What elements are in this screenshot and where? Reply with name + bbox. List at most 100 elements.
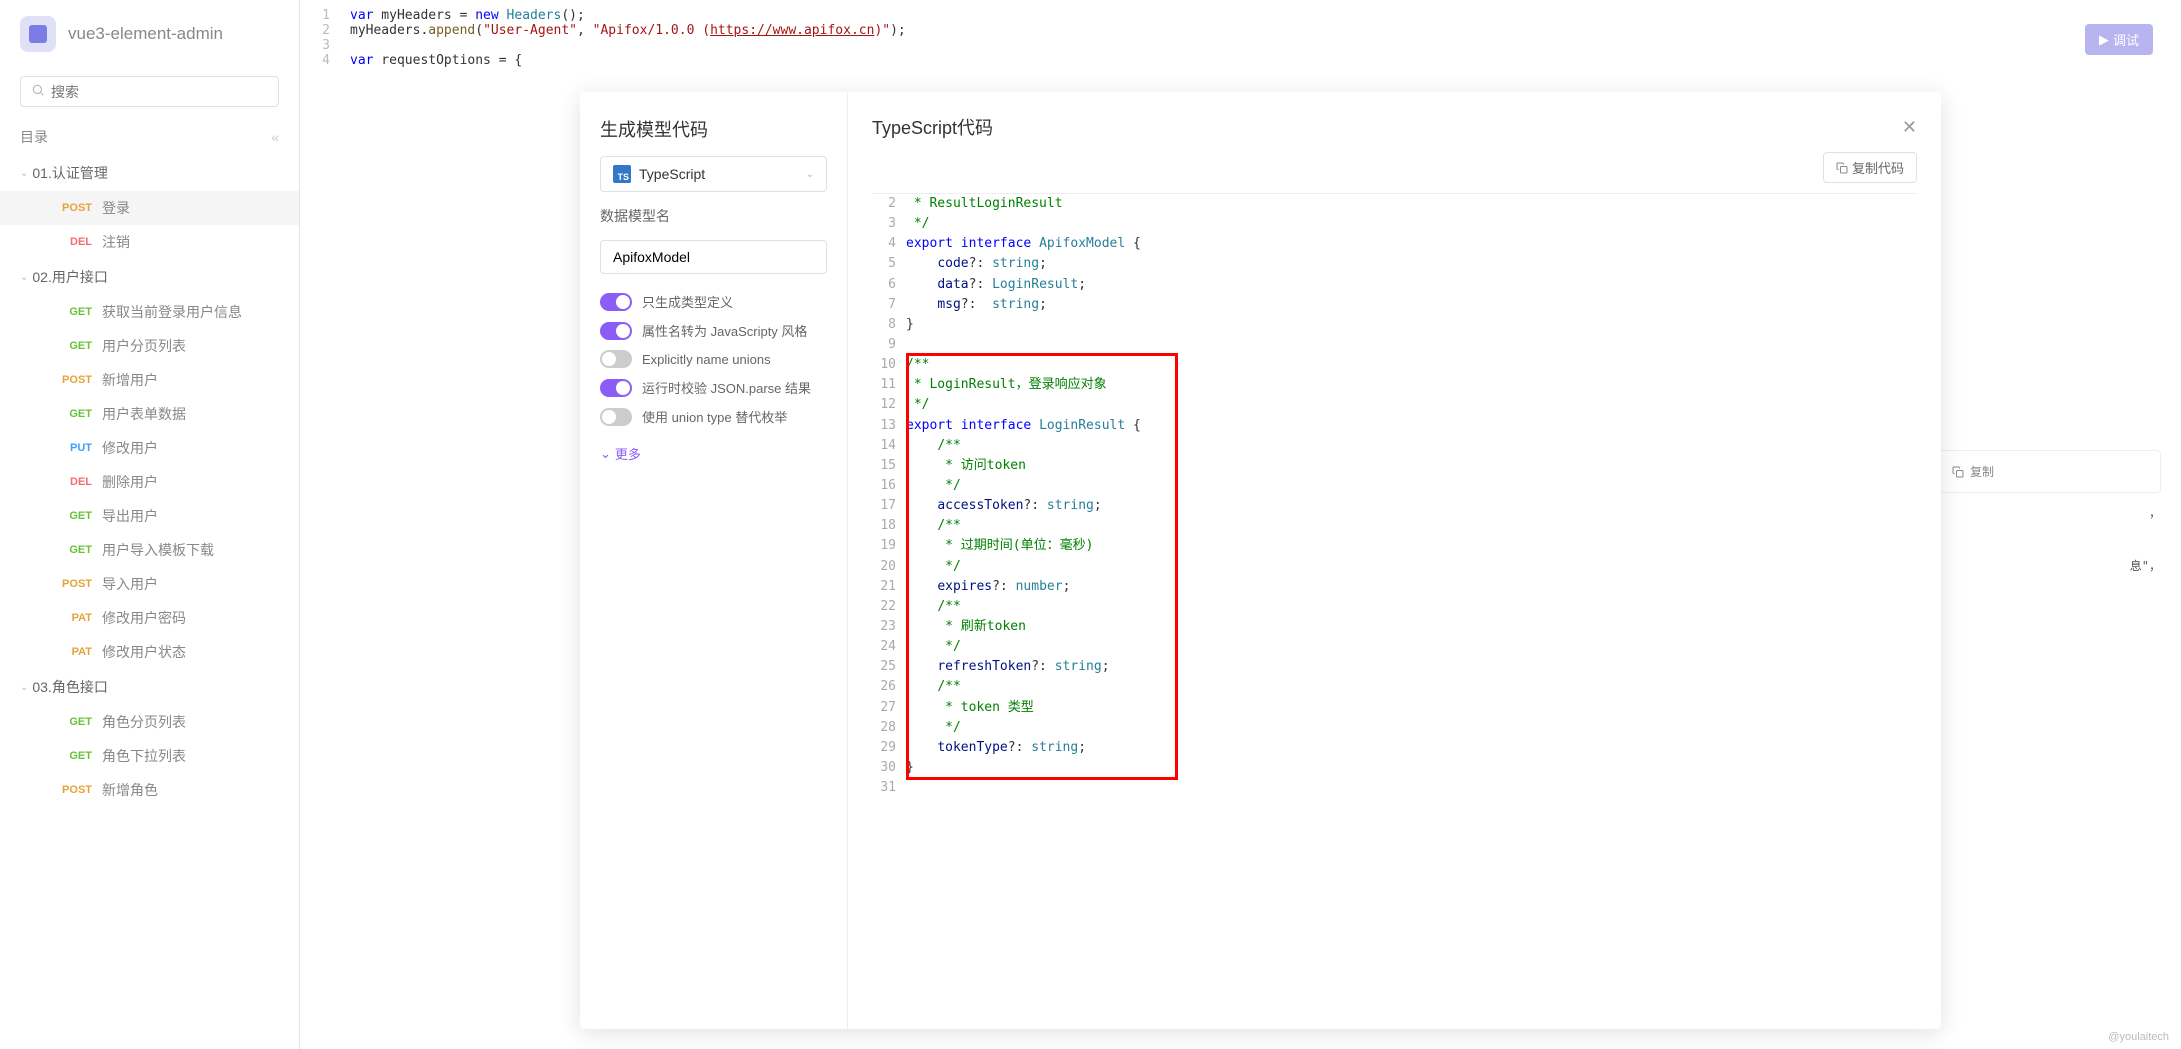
toggle-switch[interactable]	[600, 379, 632, 397]
tree-item[interactable]: GET 用户分页列表	[0, 329, 299, 363]
http-method: PAT	[56, 612, 92, 624]
toggle-switch[interactable]	[600, 408, 632, 426]
http-method: POST	[56, 784, 92, 796]
api-label: 删除用户	[102, 472, 158, 492]
right-partial-content: 复制 ， 息"，	[1931, 450, 2181, 577]
api-label: 导入用户	[102, 574, 158, 594]
language-label: TypeScript	[639, 166, 705, 182]
modal-right-title: TypeScript代码	[872, 114, 993, 140]
http-method: DEL	[56, 236, 92, 248]
toggle-label: 运行时校验 JSON.parse 结果	[642, 378, 811, 397]
chevron-down-icon: ⌄	[20, 272, 28, 283]
language-select[interactable]: TS TypeScript ⌄	[600, 156, 827, 192]
tree-item[interactable]: GET 角色分页列表	[0, 705, 299, 739]
toggle-row: Explicitly name unions	[600, 350, 827, 368]
catalog-collapse-icon[interactable]: «	[271, 129, 279, 145]
close-icon[interactable]: ✕	[1902, 117, 1917, 138]
search-field[interactable]	[51, 84, 268, 100]
chevron-down-icon: ⌄	[806, 169, 814, 180]
toggle-label: 只生成类型定义	[642, 292, 733, 311]
api-label: 获取当前登录用户信息	[102, 302, 242, 322]
http-method: GET	[56, 306, 92, 318]
tree-item[interactable]: GET 获取当前登录用户信息	[0, 295, 299, 329]
api-label: 角色下拉列表	[102, 746, 186, 766]
tree-folder[interactable]: ⌄ 03.角色接口	[0, 669, 299, 705]
http-method: POST	[56, 374, 92, 386]
tree-item[interactable]: PAT 修改用户密码	[0, 601, 299, 635]
api-label: 修改用户密码	[102, 608, 186, 628]
main-area: 1var myHeaders = new Headers();2myHeader…	[300, 0, 2181, 1049]
tree-item[interactable]: POST 新增用户	[0, 363, 299, 397]
http-method: GET	[56, 408, 92, 420]
api-label: 登录	[102, 198, 130, 218]
brand: vue3-element-admin	[0, 0, 299, 68]
toggle-row: 运行时校验 JSON.parse 结果	[600, 378, 827, 397]
toggle-row: 属性名转为 JavaScripty 风格	[600, 321, 827, 340]
brand-icon	[20, 16, 56, 52]
modal-right-panel: TypeScript代码 ✕ 复制代码 2 * ResultLoginResul…	[848, 92, 1941, 1029]
http-method: POST	[56, 202, 92, 214]
search-icon	[31, 83, 45, 100]
toggle-switch[interactable]	[600, 322, 632, 340]
tree-item[interactable]: POST 导入用户	[0, 567, 299, 601]
catalog-header: 目录 «	[0, 119, 299, 155]
copy-code-button[interactable]: 复制代码	[1823, 152, 1917, 183]
api-label: 导出用户	[102, 506, 158, 526]
http-method: DEL	[56, 476, 92, 488]
options-toggles: 只生成类型定义属性名转为 JavaScripty 风格 Explicitly na…	[600, 292, 827, 426]
tree-item[interactable]: DEL 删除用户	[0, 465, 299, 499]
more-link[interactable]: ⌄ 更多	[600, 444, 827, 463]
tree-item[interactable]: PUT修改用户	[0, 431, 299, 465]
debug-button[interactable]: ▶ 调试	[2085, 24, 2153, 55]
http-method: GET	[56, 544, 92, 556]
tree-item[interactable]: POST 新增角色	[0, 773, 299, 807]
tree-folder[interactable]: ⌄ 01.认证管理	[0, 155, 299, 191]
http-method: GET	[56, 510, 92, 522]
tree-item[interactable]: GET用户表单数据	[0, 397, 299, 431]
api-label: 用户导入模板下载	[102, 540, 214, 560]
play-icon: ▶	[2099, 32, 2109, 48]
chevron-down-icon: ⌄	[20, 682, 28, 693]
http-method: GET	[56, 716, 92, 728]
tree-item[interactable]: DEL 注销	[0, 225, 299, 259]
toggle-row: 只生成类型定义	[600, 292, 827, 311]
model-name-label: 数据模型名	[600, 206, 827, 226]
tree-item[interactable]: GET 角色下拉列表	[0, 739, 299, 773]
http-method: POST	[56, 578, 92, 590]
tree-item[interactable]: POST 登录	[0, 191, 299, 225]
toggle-switch[interactable]	[600, 293, 632, 311]
api-label: 注销	[102, 232, 130, 252]
api-tree: ⌄ 01.认证管理 POST 登录 DEL 注销 ⌄ 02.用户接口 GET 获取当前登录用户…	[0, 155, 299, 827]
toggle-label: 使用 union type 替代枚举	[642, 407, 787, 426]
http-method: PAT	[56, 646, 92, 658]
search-input[interactable]	[20, 76, 279, 107]
toggle-label: 属性名转为 JavaScripty 风格	[642, 321, 807, 340]
typescript-icon: TS	[613, 165, 631, 183]
toggle-label: Explicitly name unions	[642, 352, 771, 367]
api-label: 修改用户状态	[102, 642, 186, 662]
generate-code-modal: 生成模型代码 TS TypeScript ⌄ 数据模型名 只生成类型定义属性名转…	[580, 92, 1941, 1029]
api-label: 新增角色	[102, 780, 158, 800]
tree-item[interactable]: GET 用户导入模板下载	[0, 533, 299, 567]
api-label: 用户分页列表	[102, 336, 186, 356]
modal-left-panel: 生成模型代码 TS TypeScript ⌄ 数据模型名 只生成类型定义属性名转…	[580, 92, 848, 1029]
chevron-down-icon: ⌄	[600, 446, 611, 462]
tree-folder[interactable]: ⌄ 02.用户接口	[0, 259, 299, 295]
modal-left-title: 生成模型代码	[600, 116, 827, 142]
sidebar: vue3-element-admin 目录 « ⌄ 01.认证管理 POST 登录 D…	[0, 0, 300, 1049]
api-label: 角色分页列表	[102, 712, 186, 732]
model-name-input[interactable]	[600, 240, 827, 274]
toggle-switch[interactable]	[600, 350, 632, 368]
api-label: 新增用户	[102, 370, 158, 390]
tree-item[interactable]: GET 导出用户	[0, 499, 299, 533]
brand-title: vue3-element-admin	[68, 24, 223, 44]
tree-item[interactable]: PAT 修改用户状态	[0, 635, 299, 669]
debug-label: 调试	[2113, 30, 2139, 49]
http-method: GET	[56, 750, 92, 762]
copy-button-partial[interactable]: 复制	[1931, 450, 2161, 493]
watermark: @youlaitech	[2108, 1031, 2169, 1043]
catalog-title: 目录	[20, 127, 48, 147]
generated-code[interactable]: 2 * ResultLoginResult3 */4export interfa…	[848, 193, 1941, 1029]
api-label: 修改用户	[102, 438, 158, 458]
http-method: GET	[56, 340, 92, 352]
